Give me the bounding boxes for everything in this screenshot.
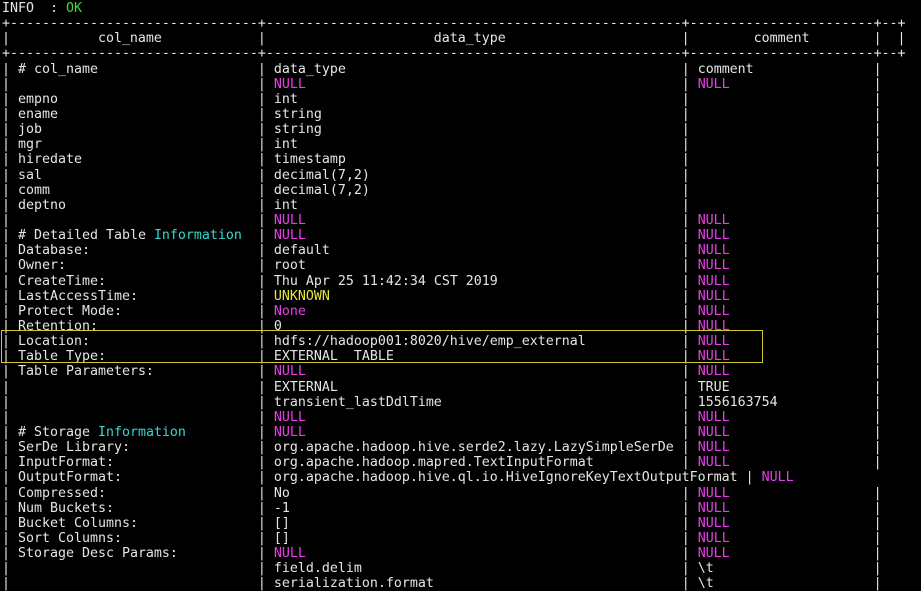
table-row: | | NULL | NULL | bbox=[2, 410, 906, 425]
table-row: | Protect Mode: | None | NULL | bbox=[2, 304, 906, 319]
table-row: | | transient_lastDdlTime | 1556163754 | bbox=[2, 395, 906, 410]
terminal-output: INFO : OK+------------------------------… bbox=[2, 1, 906, 591]
table-row: | Table Parameters: | NULL | NULL | bbox=[2, 364, 906, 379]
table-row: | empno | int | | bbox=[2, 92, 906, 107]
table-row: | deptno | int | | bbox=[2, 198, 906, 213]
status-line: INFO : OK bbox=[2, 1, 906, 16]
table-row: | | serialization.format | \t | bbox=[2, 576, 906, 591]
table-row: | Num Buckets: | -1 | NULL | bbox=[2, 501, 906, 516]
table-row: | hiredate | timestamp | | bbox=[2, 152, 906, 167]
table-row: | # Storage Information | NULL | NULL | bbox=[2, 425, 906, 440]
table-row: | Bucket Columns: | [] | NULL | bbox=[2, 516, 906, 531]
table-row: | LastAccessTime: | UNKNOWN | NULL | bbox=[2, 289, 906, 304]
table-row: | | field.delim | \t | bbox=[2, 561, 906, 576]
terminal-screen: INFO : OK+------------------------------… bbox=[0, 0, 921, 591]
table-row: | | NULL | NULL | bbox=[2, 77, 906, 92]
table-border-row: +-------------------------------+-------… bbox=[2, 46, 906, 61]
table-row: | Owner: | root | NULL | bbox=[2, 258, 906, 273]
table-row: | | NULL | NULL | bbox=[2, 213, 906, 228]
table-row: | # Detailed Table Information | NULL | … bbox=[2, 228, 906, 243]
table-row: | | EXTERNAL | TRUE | bbox=[2, 380, 906, 395]
table-row: | CreateTime: | Thu Apr 25 11:42:34 CST … bbox=[2, 274, 906, 289]
table-row: | Storage Desc Params: | NULL | NULL | bbox=[2, 546, 906, 561]
table-row: | Retention: | 0 | NULL | bbox=[2, 319, 906, 334]
table-row: | sal | decimal(7,2) | | bbox=[2, 168, 906, 183]
table-row: | ename | string | | bbox=[2, 107, 906, 122]
table-border-row: +-------------------------------+-------… bbox=[2, 16, 906, 31]
table-row: | Database: | default | NULL | bbox=[2, 243, 906, 258]
table-row: | Table Type: | EXTERNAL TABLE | NULL | bbox=[2, 349, 906, 364]
table-row: | InputFormat: | org.apache.hadoop.mapre… bbox=[2, 455, 906, 470]
table-header-row: | col_name | data_type | comment | | bbox=[2, 31, 906, 46]
table-row: | comm | decimal(7,2) | | bbox=[2, 183, 906, 198]
table-row: | Sort Columns: | [] | NULL | bbox=[2, 531, 906, 546]
table-row: | Location: | hdfs://hadoop001:8020/hive… bbox=[2, 334, 906, 349]
table-row: | job | string | | bbox=[2, 122, 906, 137]
table-row: | OutputFormat: | org.apache.hadoop.hive… bbox=[2, 470, 906, 485]
table-row: | SerDe Library: | org.apache.hadoop.hiv… bbox=[2, 440, 906, 455]
table-row: | Compressed: | No | NULL | bbox=[2, 486, 906, 501]
table-row: | # col_name | data_type | comment | bbox=[2, 62, 906, 77]
table-row: | mgr | int | | bbox=[2, 137, 906, 152]
